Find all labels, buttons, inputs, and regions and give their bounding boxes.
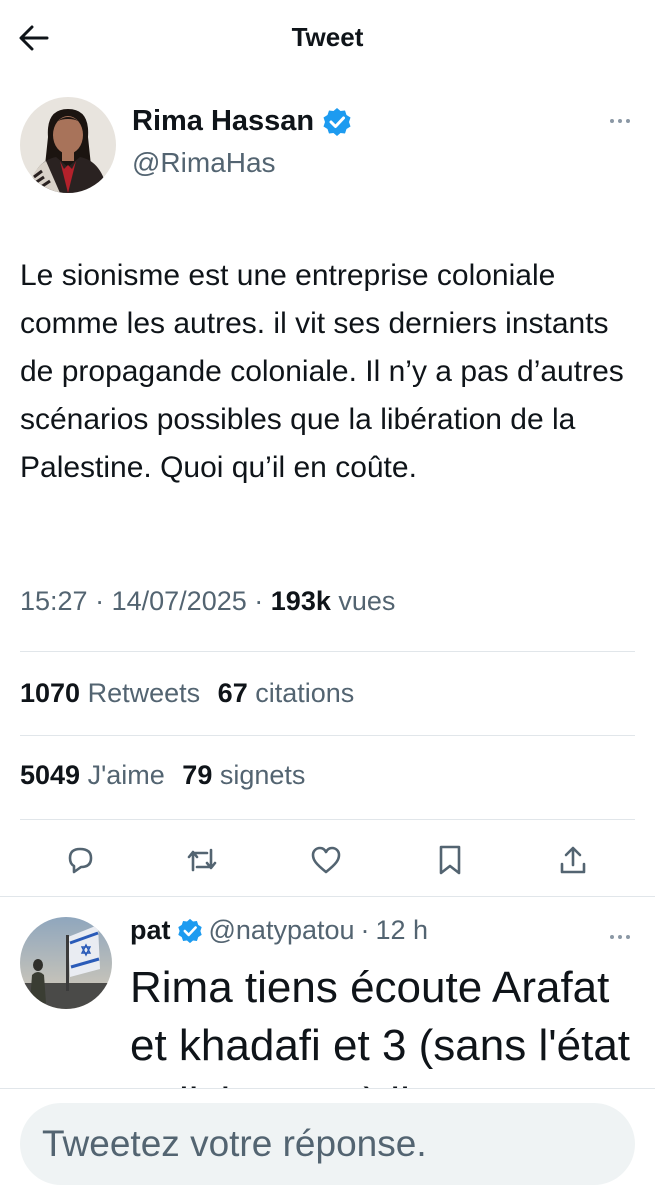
divider xyxy=(20,735,635,736)
reply-icon xyxy=(68,847,93,874)
tweet-author: Rima Hassan @RimaHas xyxy=(20,97,635,197)
retweets-label: Retweets xyxy=(87,678,201,708)
author-avatar[interactable] xyxy=(20,97,116,193)
tweet-meta: 15:27 · 14/07/2025 · 193k vues xyxy=(20,586,395,617)
retweet-button[interactable] xyxy=(180,838,224,882)
top-bar: Tweet xyxy=(0,0,655,76)
author-avatar-image xyxy=(20,97,116,193)
repost-stats: 1070 Retweets 67 citations xyxy=(20,678,364,709)
divider xyxy=(20,651,635,652)
reply-avatar[interactable] xyxy=(20,917,112,1009)
reply-button[interactable] xyxy=(58,838,102,882)
bookmarks-label: signets xyxy=(219,760,306,790)
more-dot-icon xyxy=(626,935,630,939)
reply-tweet[interactable]: pat @natypatou · 12 h Rima tiens écoute … xyxy=(20,913,635,1088)
retweets-stat[interactable]: 1070 Retweets xyxy=(20,678,200,708)
reply-separator: · xyxy=(360,915,370,945)
quotes-stat[interactable]: 67 citations xyxy=(218,678,355,708)
verified-badge-icon xyxy=(177,918,202,943)
bookmarks-stat[interactable]: 79 signets xyxy=(182,760,305,790)
reply-author-handle[interactable]: @natypatou xyxy=(209,915,355,946)
divider xyxy=(20,819,635,820)
tweet-time[interactable]: 15:27 xyxy=(20,586,88,616)
author-name[interactable]: Rima Hassan xyxy=(132,105,314,138)
divider xyxy=(0,896,655,897)
reply-more-options-button[interactable] xyxy=(605,927,635,947)
like-stats: 5049 J'aime 79 signets xyxy=(20,760,315,791)
share-button[interactable] xyxy=(551,838,595,882)
likes-count: 5049 xyxy=(20,760,81,790)
share-icon xyxy=(560,846,586,874)
bookmark-button[interactable] xyxy=(428,838,472,882)
reply-composer: Tweetez votre réponse. xyxy=(0,1088,655,1200)
meta-separator: · xyxy=(254,586,264,616)
retweet-icon xyxy=(187,848,217,872)
reply-time[interactable]: 12 h xyxy=(376,915,429,946)
more-dot-icon xyxy=(626,119,630,123)
views-count: 193k xyxy=(270,586,331,616)
reply-avatar-image xyxy=(20,917,112,1009)
more-options-button[interactable] xyxy=(605,111,635,131)
like-button[interactable] xyxy=(304,838,348,882)
bookmark-icon xyxy=(439,845,461,875)
reply-text: Rima tiens écoute Arafat et khadafi et 3… xyxy=(130,963,631,1088)
page-title: Tweet xyxy=(291,22,364,52)
more-dot-icon xyxy=(618,119,622,123)
quotes-count: 67 xyxy=(217,678,248,708)
likes-label: J'aime xyxy=(87,760,165,790)
author-handle[interactable]: @RimaHas xyxy=(132,147,276,179)
tweet-date[interactable]: 14/07/2025 xyxy=(112,586,247,616)
verified-badge-icon xyxy=(323,107,351,136)
quotes-label: citations xyxy=(255,678,355,708)
action-bar xyxy=(20,838,635,886)
more-dot-icon xyxy=(610,119,614,123)
reply-input[interactable]: Tweetez votre réponse. xyxy=(20,1103,635,1185)
bookmarks-count: 79 xyxy=(182,760,213,790)
retweets-count: 1070 xyxy=(20,678,81,708)
likes-stat[interactable]: 5049 J'aime xyxy=(20,760,165,790)
author-name-row: Rima Hassan xyxy=(132,105,352,138)
more-dot-icon xyxy=(618,935,622,939)
meta-separator: · xyxy=(95,586,105,616)
heart-icon xyxy=(311,846,341,874)
views-label: vues xyxy=(338,586,396,616)
reply-header: pat @natypatou · 12 h xyxy=(130,915,428,946)
more-dot-icon xyxy=(610,935,614,939)
reply-author-name[interactable]: pat xyxy=(130,915,171,946)
tweet-text: Le sionisme est une entreprise coloniale… xyxy=(20,259,624,484)
